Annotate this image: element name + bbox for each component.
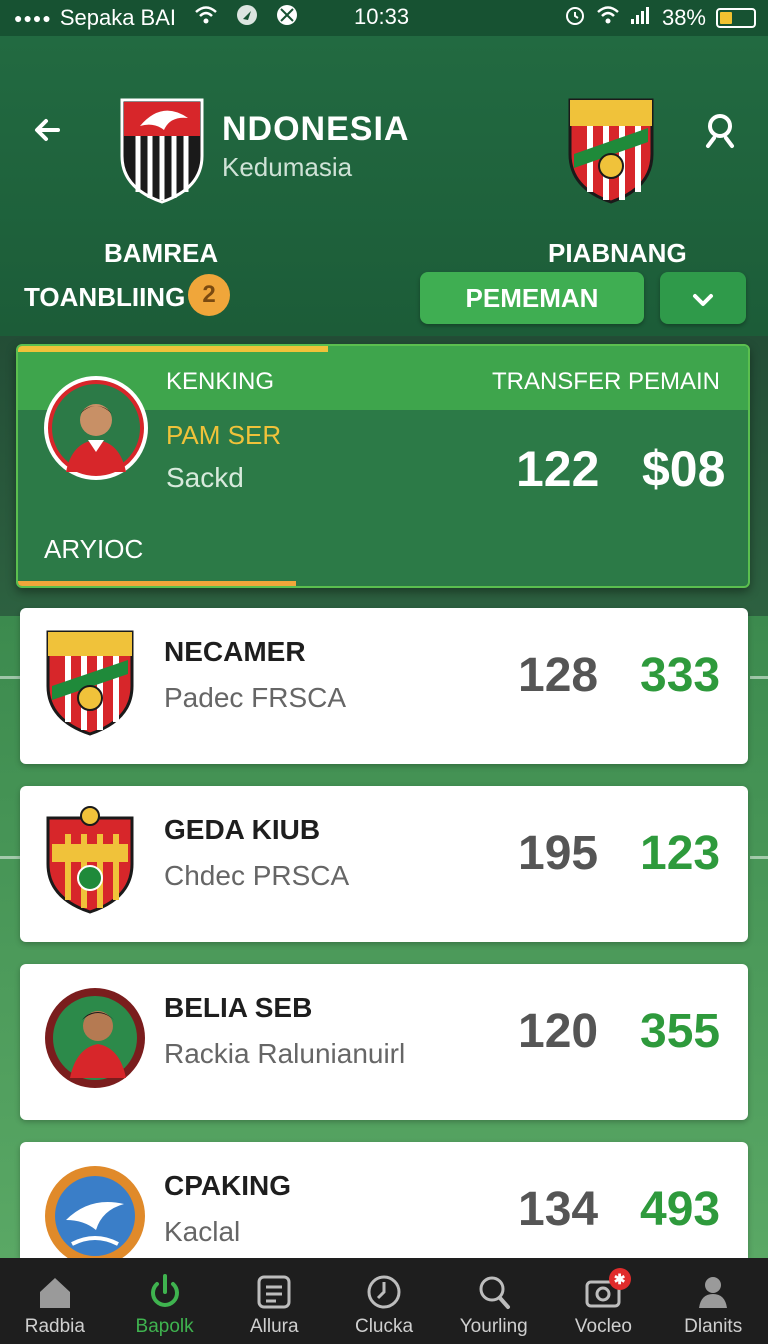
nav-label: Allura [250,1316,299,1337]
profile-button[interactable] [700,110,740,150]
nav-label: Clucka [354,1316,414,1337]
wifi-icon [194,5,218,31]
team-subtitle: Kedumasia [222,152,353,182]
navigation-icon [236,4,258,32]
player-card[interactable]: NECAMER Padec FRSCA 128 333 [20,608,748,764]
gold-accent-bar [18,346,328,352]
featured-player-card[interactable]: KENKING TRANSFER PEMAIN PAM SER Sackd 12… [16,344,750,588]
player-name: NECAMER [164,636,306,667]
nav-item-camera[interactable]: ✱ Vocleo [549,1258,659,1344]
wifi-signal-icon [596,5,620,31]
player-value: 493 [640,1183,721,1236]
shield-crest-icon [46,806,134,914]
player-club: Padec FRSCA [164,682,347,713]
clock-time: 10:33 [354,4,410,29]
featured-header-right: TRANSFER PEMAIN [491,368,720,395]
dropdown-button[interactable] [660,272,746,324]
striped-shield-icon [46,630,134,736]
team-title: NDONESIA [222,110,410,148]
nav-item-home[interactable]: Radbia [0,1258,110,1344]
featured-player-name: PAM SER [166,420,282,450]
carrier-name: Sepaka BAI [59,5,177,30]
player-value: 123 [640,827,721,880]
featured-value-2: $08 [642,441,726,497]
power-icon [150,1274,179,1307]
user-search-icon [706,114,734,148]
grid-icon [257,1275,291,1309]
club-logo [42,804,148,924]
players-button[interactable]: PEMEMAN [420,272,644,324]
cell-signal-icon [630,5,652,31]
back-button[interactable] [28,110,68,150]
home-icon [39,1278,70,1308]
player-card[interactable]: GEDA KIUB Chdec PRSCA 195 123 [20,786,748,942]
field-line [750,856,768,859]
player-stat: 120 [518,1005,599,1058]
player-club: Rackia Ralunianuirl [164,1038,406,1069]
nav-label: Yourling [459,1316,528,1337]
featured-header-left: KENKING [166,368,275,395]
player-avatar [44,376,148,480]
player-name: CPAKING [164,1170,292,1201]
player-photo [42,982,148,1102]
arrow-left-icon [35,119,60,141]
nav-label: Dlanits [684,1316,743,1337]
club-shield-icon [568,98,654,204]
signal-dots-icon: ●●●● [14,10,52,26]
team-right-name: PIABNANG [548,238,687,268]
orange-accent-bar [18,581,296,586]
featured-footer: ARYIOC [44,534,144,564]
battery-percent: 38% [661,5,706,30]
club-logo [42,1160,148,1258]
ball-icon [276,4,298,32]
nav-label: Radbia [24,1316,85,1337]
rank-badge: 2 [188,274,230,316]
bottom-navigation: Radbia Bapolk Allura Clucka Yourling ✱ V… [0,1258,768,1344]
featured-value-1: 122 [516,441,600,497]
featured-player-sub: Sackd [166,462,244,493]
player-club: Chdec PRSCA [164,860,350,891]
player-card[interactable]: BELIA SEB Rackia Ralunianuirl 120 355 [20,964,748,1120]
eagle-shield-icon [120,98,204,204]
nav-item-power[interactable]: Bapolk [110,1258,220,1344]
field-line [750,676,768,679]
nav-item-clock[interactable]: Clucka [329,1258,439,1344]
seagull-emblem-icon [45,1166,145,1258]
player-name: GEDA KIUB [164,814,321,845]
club-logo [42,626,148,746]
player-portrait-icon [45,988,145,1088]
player-value: 333 [640,649,721,702]
player-card[interactable]: CPAKING Kaclal 134 493 [20,1142,748,1258]
player-club: Kaclal [164,1216,241,1247]
nav-item-grid[interactable]: Allura [219,1258,329,1344]
alarm-icon [564,4,586,32]
field-line [0,676,20,679]
player-stat: 134 [518,1183,599,1236]
search-icon [479,1276,510,1309]
nav-label: Vocleo [574,1316,632,1337]
player-photo-icon [48,380,144,476]
clock-icon [367,1275,401,1309]
nav-label: Bapolk [135,1316,194,1337]
team-crest-right [566,96,656,204]
player-stat: 128 [518,649,599,702]
player-stat: 195 [518,827,599,880]
notification-badge-icon: ✱ [608,1268,631,1290]
battery-icon [716,8,756,28]
team-left-name: BAMREA [104,238,219,268]
status-bar: ●●●● Sepaka BAI 10:33 38% [0,0,768,36]
rank-label: TOANBLIING [24,282,186,312]
nav-item-profile[interactable]: Dlanits [658,1258,768,1344]
team-crest-left [118,96,206,204]
player-value: 355 [640,1005,721,1058]
field-line [0,856,20,859]
chevron-down-icon [693,293,713,306]
nav-item-search[interactable]: Yourling [439,1258,549,1344]
player-name: BELIA SEB [164,992,313,1023]
person-icon [699,1277,728,1308]
